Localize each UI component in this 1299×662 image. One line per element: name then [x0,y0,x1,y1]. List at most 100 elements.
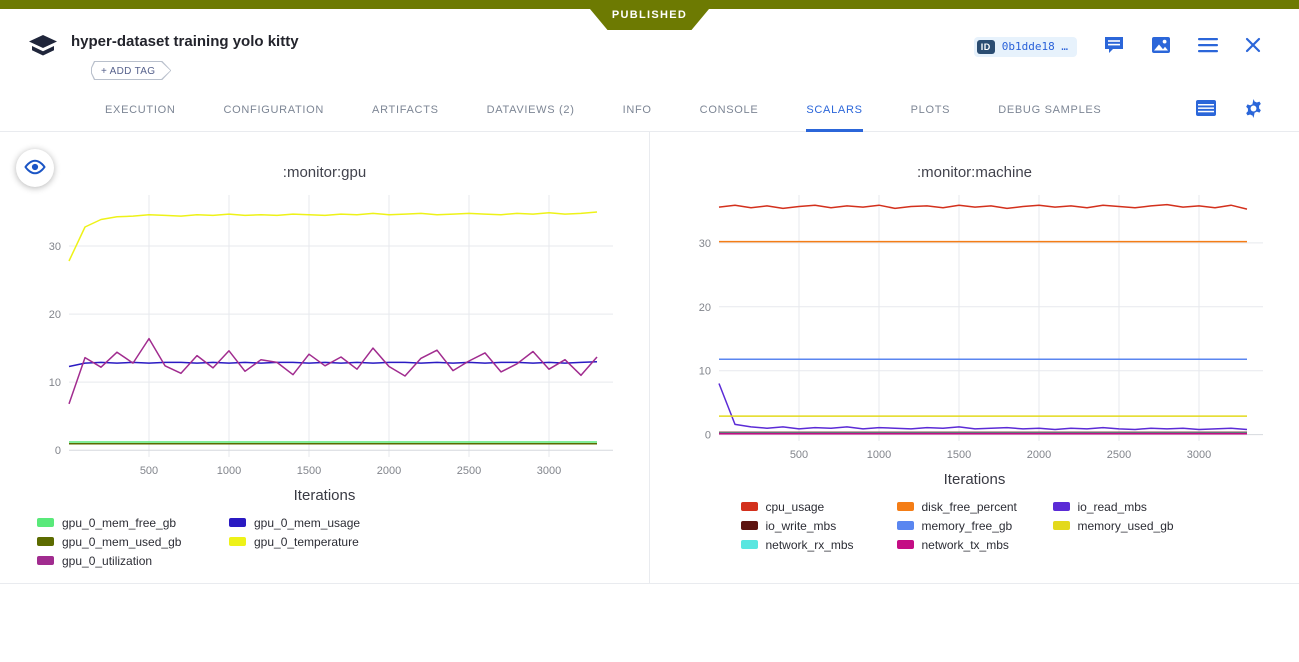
experiment-id-badge[interactable]: ID 0b1dde18 … [974,37,1077,57]
gpu-chart-title: :monitor:gpu [283,164,366,181]
legend-swatch [897,521,914,530]
x-tick-label: 1500 [946,449,970,461]
legend-label: gpu_0_mem_used_gb [62,535,181,549]
gpu-chart-plot[interactable]: 010203050010001500200025003000 [25,185,625,487]
legend-swatch [37,556,54,565]
y-tick-label: 0 [704,430,710,442]
legend-label: cpu_usage [766,500,825,514]
legend-swatch [229,537,246,546]
legend-swatch [229,518,246,527]
legend-item-gpu_0_temperature[interactable]: gpu_0_temperature [229,532,421,551]
machine-chart-legend: cpu_usage disk_free_percent io_read_mbs io_… [741,497,1209,554]
legend-item-memory_used_gb[interactable]: memory_used_gb [1053,516,1209,535]
gpu-chart-xaxis-label: Iterations [294,487,356,504]
legend-label: io_read_mbs [1078,500,1147,514]
x-tick-label: 2500 [456,465,480,477]
tab-console[interactable]: CONSOLE [700,88,759,132]
tab-dataviews[interactable]: DATAVIEWS (2) [487,88,575,132]
legend-swatch [1053,502,1070,511]
y-tick-label: 0 [54,445,60,457]
x-tick-label: 2000 [376,465,400,477]
y-tick-label: 10 [698,366,710,378]
legend-item-disk_free_percent[interactable]: disk_free_percent [897,497,1053,516]
legend-label: gpu_0_mem_free_gb [62,516,176,530]
legend-item-gpu_0_mem_used_gb[interactable]: gpu_0_mem_used_gb [37,532,229,551]
published-banner-label: PUBLISHED [612,9,687,21]
legend-swatch [741,540,758,549]
x-tick-label: 1000 [866,449,890,461]
gpu-chart-legend: gpu_0_mem_free_gb gpu_0_mem_usage gpu_0_me… [37,513,612,570]
comment-icon [1104,36,1124,57]
legend-item-io_read_mbs[interactable]: io_read_mbs [1053,497,1209,516]
legend-swatch [897,502,914,511]
legend-label: gpu_0_temperature [254,535,359,549]
legend-item-gpu_0_mem_usage[interactable]: gpu_0_mem_usage [229,513,421,532]
series-line-gpu_0_temperature [69,212,597,261]
y-tick-label: 20 [698,302,710,314]
y-tick-label: 30 [698,238,710,250]
legend-item-io_write_mbs[interactable]: io_write_mbs [741,516,897,535]
legend-swatch [1053,521,1070,530]
machine-chart-xaxis-label: Iterations [944,471,1006,488]
legend-label: memory_free_gb [922,519,1013,533]
legend-item-gpu_0_utilization[interactable]: gpu_0_utilization [37,551,229,570]
eye-icon [24,159,46,178]
clearml-logo [28,34,58,61]
y-tick-label: 20 [48,309,60,321]
y-tick-label: 10 [48,377,60,389]
close-button[interactable] [1245,37,1261,56]
x-tick-label: 2000 [1026,449,1050,461]
x-tick-label: 1000 [216,465,240,477]
gear-icon [1244,99,1263,121]
tab-plots[interactable]: PLOTS [911,88,951,132]
menu-button[interactable] [1198,37,1218,56]
legend-swatch [37,518,54,527]
tab-configuration[interactable]: CONFIGURATION [223,88,324,132]
legend-label: network_rx_mbs [766,538,854,552]
legend-item-memory_free_gb[interactable]: memory_free_gb [897,516,1053,535]
machine-chart-plot[interactable]: 010203050010001500200025003000 [675,185,1275,471]
legend-label: network_tx_mbs [922,538,1009,552]
series-line-gpu_0_utilization [69,339,597,404]
table-view-button[interactable] [1196,100,1216,119]
legend-swatch [741,502,758,511]
x-tick-label: 500 [789,449,807,461]
id-label: ID [977,40,995,54]
image-icon [1151,36,1171,57]
add-tag-button[interactable]: + ADD TAG [91,61,171,80]
machine-chart-panel: :monitor:machine 0 10 20 30 500 1000 1500 2000 2… [650,132,1299,583]
hide-show-metrics-button[interactable] [16,149,54,187]
tab-scalars[interactable]: SCALARS [806,88,862,132]
legend-label: io_write_mbs [766,519,837,533]
legend-label: disk_free_percent [922,500,1017,514]
gpu-chart-panel: :monitor:gpu 010203050010001500200025003… [0,132,650,583]
series-line-cpu_usage [719,205,1247,210]
add-tag-label: + ADD TAG [101,66,155,77]
legend-item-gpu_0_mem_free_gb[interactable]: gpu_0_mem_free_gb [37,513,229,532]
tab-bar: EXECUTION CONFIGURATION ARTIFACTS DATAVI… [0,88,1299,132]
x-tick-label: 500 [139,465,157,477]
legend-item-cpu_usage[interactable]: cpu_usage [741,497,897,516]
close-icon [1245,37,1261,56]
id-value: 0b1dde18 … [1002,40,1068,53]
table-icon [1196,100,1216,119]
legend-label: memory_used_gb [1078,519,1174,533]
legend-label: gpu_0_mem_usage [254,516,360,530]
legend-label: gpu_0_utilization [62,554,152,568]
comments-button[interactable] [1104,36,1124,57]
x-tick-label: 3000 [536,465,560,477]
tab-execution[interactable]: EXECUTION [105,88,175,132]
debug-image-button[interactable] [1151,36,1171,57]
legend-item-network_tx_mbs[interactable]: network_tx_mbs [897,535,1053,554]
tab-info[interactable]: INFO [623,88,652,132]
legend-swatch [741,521,758,530]
experiment-title: hyper-dataset training yolo kitty [71,32,299,52]
tab-artifacts[interactable]: ARTIFACTS [372,88,439,132]
machine-chart-title: :monitor:machine [917,164,1032,181]
legend-item-network_rx_mbs[interactable]: network_rx_mbs [741,535,897,554]
scalars-panel: :monitor:gpu 0 10 20 30 500 1000 1500 2000 2500 3… [0,132,1299,584]
tab-debug-samples[interactable]: DEBUG SAMPLES [998,88,1101,132]
settings-button[interactable] [1244,99,1263,121]
series-line-io_read_mbs [719,384,1247,430]
x-tick-label: 2500 [1106,449,1130,461]
